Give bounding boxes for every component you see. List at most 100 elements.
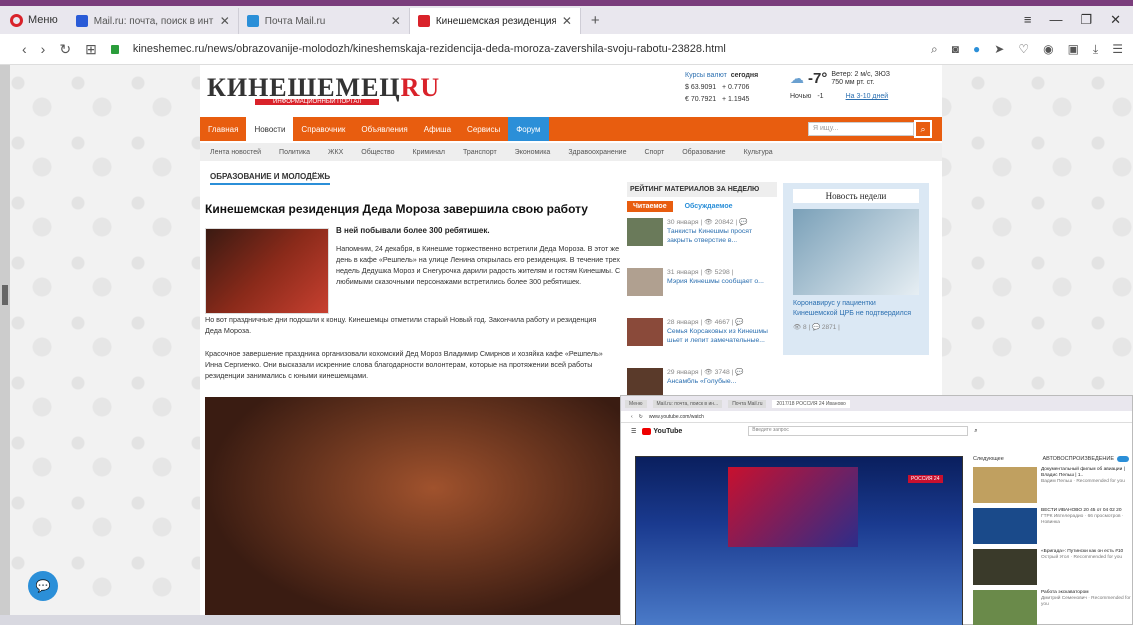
cloud-sun-icon: ☁ xyxy=(790,70,804,86)
close-icon[interactable]: ✕ xyxy=(220,14,230,28)
minimize-icon[interactable]: — xyxy=(1049,12,1062,28)
youtube-logo[interactable]: YouTube xyxy=(642,427,682,435)
taskbar xyxy=(0,615,620,625)
close-icon[interactable]: ✕ xyxy=(562,14,572,28)
submenu-item[interactable]: Лента новостей xyxy=(210,149,261,156)
submenu-item[interactable]: Образование xyxy=(682,149,725,156)
recommended-video[interactable]: «Бригада»: Путински как он есть #10 Остры… xyxy=(973,549,1133,585)
opera-logo-icon xyxy=(10,13,23,27)
usd-delta: + 0.7706 xyxy=(722,84,750,91)
extension-icon[interactable]: ◉ xyxy=(1043,42,1053,57)
menu-item-home[interactable]: Главная xyxy=(200,117,246,141)
eur-rate: 70.7921 xyxy=(690,96,717,103)
menu-item-services[interactable]: Сервисы xyxy=(459,117,508,141)
recommended-video[interactable]: Документальный фильм об авиации | Владис… xyxy=(973,467,1133,503)
settings-icon[interactable]: ☰ xyxy=(1112,42,1123,57)
tab-menu-icon[interactable]: ≡ xyxy=(1024,12,1032,28)
recommended-video[interactable]: ВЕСТИ ИВАНОВО 20 45 от 04 02 20 ГТРК Ивте… xyxy=(973,508,1133,544)
back-icon[interactable]: ‹ xyxy=(631,414,633,420)
kineshemec-favicon-icon xyxy=(417,15,430,27)
menu-label: Меню xyxy=(28,14,58,26)
submenu-item[interactable]: Транспорт xyxy=(463,149,497,156)
site-search-input[interactable]: Я ищу... xyxy=(808,122,914,136)
submenu-item[interactable]: Общество xyxy=(361,149,394,156)
rating-thumb xyxy=(627,268,663,296)
forecast-link[interactable]: На 3-10 дней xyxy=(846,93,889,100)
heart-icon[interactable]: ♡ xyxy=(1018,42,1029,57)
menu-item-events[interactable]: Афиша xyxy=(416,117,459,141)
browser-tab-bar: Меню Mail.ru: почта, поиск в инт ✕ Почта… xyxy=(0,6,1133,34)
submenu-item[interactable]: Криминал xyxy=(413,149,445,156)
yt-tab[interactable]: Почта Mail.ru xyxy=(728,399,767,408)
news-week-image xyxy=(793,209,919,295)
reload-icon[interactable]: ↻ xyxy=(59,41,71,58)
rating-item[interactable]: 30 января | 👁 20842 | 💬 Танкисты Кинешмы … xyxy=(627,218,777,262)
menu-item-ads[interactable]: Объявления xyxy=(353,117,415,141)
speed-dial-icon[interactable]: ⊞ xyxy=(85,41,97,58)
autoplay-toggle[interactable] xyxy=(1117,456,1129,462)
news-week-meta: 👁 8 | 💬 2871 | xyxy=(793,324,840,331)
camera-icon[interactable]: ◙ xyxy=(952,42,959,57)
menu-item-forum[interactable]: Форум xyxy=(508,117,549,141)
back-icon[interactable]: ‹ xyxy=(22,41,27,57)
search-icon[interactable]: ⌕ xyxy=(974,428,977,435)
youtube-window: Меню Mail.ru: почта, поиск в ин... Почта… xyxy=(620,395,1133,625)
maximize-icon[interactable]: ❐ xyxy=(1080,12,1092,28)
night-temp: -1 xyxy=(817,93,824,100)
reload-icon[interactable]: ↻ xyxy=(639,414,643,420)
address-bar: ‹ › ↻ ⊞ kineshemec.ru/news/obrazovanije-… xyxy=(0,34,1133,65)
new-tab-button[interactable]: + xyxy=(581,12,610,29)
yt-tab[interactable]: Меню xyxy=(625,399,647,408)
chat-icon: 💬 xyxy=(35,579,51,593)
submenu-item[interactable]: Культура xyxy=(744,149,773,156)
chat-bubble-button[interactable]: 💬 xyxy=(28,571,58,601)
eur-delta: + 1.1945 xyxy=(722,96,750,103)
tab-most-discussed[interactable]: Обсуждаемое xyxy=(679,201,739,212)
forward-icon[interactable]: › xyxy=(41,41,46,57)
yt-tab[interactable]: 2017/18 РОССИЯ 24 Иваново xyxy=(772,399,850,408)
menu-item-news[interactable]: Новости xyxy=(246,117,294,141)
section-heading[interactable]: ОБРАЗОВАНИЕ И МОЛОДЁЖЬ xyxy=(210,172,331,185)
submenu-item[interactable]: ЖКХ xyxy=(328,149,343,156)
weekly-rating: РЕЙТИНГ МАТЕРИАЛОВ ЗА НЕДЕЛЮ Читаемое Об… xyxy=(627,182,777,412)
submenu-item[interactable]: Экономика xyxy=(515,149,551,156)
channel-badge: РОССИЯ 24 xyxy=(908,475,943,483)
tab-most-read[interactable]: Читаемое xyxy=(627,201,673,212)
weather-temp: -7° xyxy=(808,70,828,87)
yt-tab[interactable]: Mail.ru: почта, поиск в ин... xyxy=(652,399,723,408)
lock-icon xyxy=(110,44,119,54)
menu-item-directory[interactable]: Справочник xyxy=(293,117,353,141)
search-icon[interactable]: ⌕ xyxy=(931,42,938,57)
video-meta: ГТРК Ивтелерадио · 66 просмотров · Новин… xyxy=(1041,514,1124,525)
download-icon[interactable]: ⤓ xyxy=(1093,42,1098,57)
tab-mailru[interactable]: Mail.ru: почта, поиск в инт ✕ xyxy=(68,8,239,34)
yt-url[interactable]: www.youtube.com/watch xyxy=(649,414,704,420)
news-week-text: Коронавирус у пациентки Кинешемской ЦРБ … xyxy=(793,300,912,317)
recommended-video[interactable]: Работа экскаватором Дмитрий Семенович · R… xyxy=(973,590,1133,625)
news-of-week[interactable]: Новость недели Коронавирус у пациентки К… xyxy=(783,183,929,355)
submenu-item[interactable]: Политика xyxy=(279,149,310,156)
submenu-item[interactable]: Здравоохранение xyxy=(568,149,626,156)
send-icon[interactable]: ➤ xyxy=(994,42,1004,57)
submenu-item[interactable]: Спорт xyxy=(645,149,665,156)
site-search-button[interactable]: ⌕ xyxy=(914,120,932,138)
youtube-play-icon xyxy=(642,427,652,435)
mail-favicon-icon xyxy=(246,15,259,27)
opera-menu-button[interactable]: Меню xyxy=(0,6,68,34)
autoplay-label: АВТОВОСПРОИЗВЕДЕНИЕ xyxy=(1042,456,1114,462)
vpn-shield-icon[interactable]: ● xyxy=(973,42,980,57)
tab-mail[interactable]: Почта Mail.ru ✕ xyxy=(239,8,410,34)
rating-item[interactable]: 31 января | 👁 5298 | Мэрия Кинешмы сообща… xyxy=(627,268,777,312)
url-field[interactable]: kineshemec.ru/news/obrazovanije-molodozh… xyxy=(133,43,726,55)
close-window-icon[interactable]: ✕ xyxy=(1110,12,1121,28)
hamburger-icon[interactable]: ☰ xyxy=(631,428,636,435)
logo-subtitle: ИНФОРМАЦИОННЫЙ ПОРТАЛ xyxy=(255,99,380,105)
video-player[interactable]: РОССИЯ 24 xyxy=(635,456,963,625)
yt-search-input[interactable]: Введите запрос xyxy=(748,426,969,436)
article-paragraph: Но вот праздничные дни подошли к концу. … xyxy=(205,315,597,335)
video-meta: Дмитрий Семенович · Recommended for you xyxy=(1041,596,1131,607)
snapshot-icon[interactable]: ▣ xyxy=(1068,42,1079,57)
tab-kineshemec[interactable]: Кинешемская резиденция ✕ xyxy=(409,8,581,34)
close-icon[interactable]: ✕ xyxy=(391,14,401,28)
rating-item[interactable]: 28 января | 👁 4667 | 💬 Семья Корсаковых и… xyxy=(627,318,777,362)
